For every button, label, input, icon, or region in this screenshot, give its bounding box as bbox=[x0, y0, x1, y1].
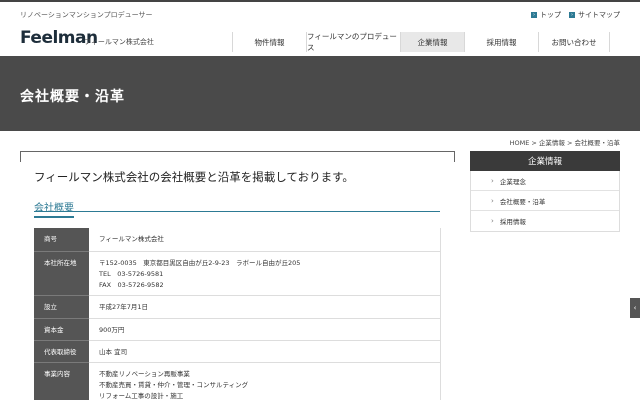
top-link-label: トップ bbox=[540, 11, 561, 19]
table-row: 代表取締役 山本 宜司 bbox=[34, 340, 441, 363]
company-profile-table: 商号 フィールマン株式会社 本社所在地 〒152-0035 東京都目黒区自由が丘… bbox=[34, 228, 441, 400]
nav-item-recruit[interactable]: 採用情報 bbox=[464, 32, 538, 52]
row-label: 設立 bbox=[34, 295, 89, 319]
row-value: 900万円 bbox=[89, 318, 441, 341]
nav-item-produce[interactable]: フィールマンのプロデュース bbox=[306, 32, 400, 52]
arrow-right-icon: › bbox=[569, 12, 575, 18]
page-title: 会社概要・沿革 bbox=[20, 89, 125, 105]
row-value: 平成27年7月1日 bbox=[89, 295, 441, 319]
breadcrumb[interactable]: HOME > 企業情報 > 会社概要・沿革 bbox=[510, 137, 620, 147]
top-link-label: サイトマップ bbox=[578, 11, 620, 19]
top-link-sitemap[interactable]: › サイトマップ bbox=[569, 10, 620, 20]
site-tagline: リノベーションマンションプロデューサー bbox=[20, 11, 153, 19]
row-label: 本社所在地 bbox=[34, 251, 89, 296]
page-hero: 会社概要・沿革 bbox=[0, 56, 640, 131]
sidebar-item-label: 採用情報 bbox=[499, 218, 526, 226]
chevron-right-icon: › bbox=[491, 217, 494, 225]
table-row: 設立 平成27年7月1日 bbox=[34, 295, 441, 319]
chevron-right-icon: › bbox=[491, 196, 494, 205]
top-links: › トップ › サイトマップ bbox=[531, 10, 620, 20]
table-row: 本社所在地 〒152-0035 東京都目黒区自由が丘2-9-23 ラボール自由が… bbox=[34, 251, 441, 296]
row-label: 商号 bbox=[34, 228, 89, 252]
sidebar-item-profile[interactable]: › 会社概要・沿革 bbox=[471, 191, 619, 211]
sidebar-title: 企業情報 bbox=[470, 151, 620, 171]
chevron-right-icon: › bbox=[491, 176, 494, 185]
company-name: フィールマン株式会社 bbox=[84, 38, 154, 46]
row-value: 〒152-0035 東京都目黒区自由が丘2-9-23 ラボール自由が丘205 T… bbox=[89, 251, 441, 296]
lead-text: フィールマン株式会社の会社概要と沿革を掲載しております。 bbox=[34, 170, 354, 184]
section-header: 会社概要 bbox=[34, 196, 440, 218]
nav-item-contact[interactable]: お問い合わせ bbox=[538, 32, 610, 52]
top-bar: リノベーションマンションプロデューサー › トップ › サイトマップ bbox=[0, 0, 640, 26]
chevron-up-icon: ‹ bbox=[633, 304, 637, 312]
row-label: 事業内容 bbox=[34, 362, 89, 400]
nav-item-company[interactable]: 企業情報 bbox=[400, 32, 464, 52]
row-value: フィールマン株式会社 bbox=[89, 228, 441, 252]
top-link-home[interactable]: › トップ bbox=[531, 10, 561, 20]
global-nav: 物件情報 フィールマンのプロデュース 企業情報 採用情報 お問い合わせ bbox=[232, 32, 610, 52]
table-row: 商号 フィールマン株式会社 bbox=[34, 228, 441, 252]
section-title: 会社概要 bbox=[34, 199, 74, 218]
row-value: 不動産リノベーション再販事業 不動産売買・賃貸・仲介・管理・コンサルティング リ… bbox=[89, 362, 441, 400]
table-row: 事業内容 不動産リノベーション再販事業 不動産売買・賃貸・仲介・管理・コンサルテ… bbox=[34, 362, 441, 400]
arrow-right-icon: › bbox=[531, 12, 537, 18]
main-content: フィールマン株式会社の会社概要と沿革を掲載しております。 会社概要 商号 フィー… bbox=[20, 151, 455, 400]
sidebar-menu: › 企業理念 › 会社概要・沿革 › 採用情報 bbox=[470, 171, 620, 232]
sidebar-item-recruit[interactable]: › 採用情報 bbox=[471, 211, 619, 231]
sidebar-item-philosophy[interactable]: › 企業理念 bbox=[471, 171, 619, 191]
sidebar-item-label: 会社概要・沿革 bbox=[499, 197, 546, 206]
page-top-button[interactable]: ‹ bbox=[630, 298, 640, 318]
row-value: 山本 宜司 bbox=[89, 340, 441, 363]
row-label: 代表取締役 bbox=[34, 340, 89, 363]
sidebar-item-label: 企業理念 bbox=[499, 177, 526, 186]
nav-item-properties[interactable]: 物件情報 bbox=[232, 32, 306, 52]
table-row: 資本金 900万円 bbox=[34, 318, 441, 341]
row-label: 資本金 bbox=[34, 318, 89, 341]
